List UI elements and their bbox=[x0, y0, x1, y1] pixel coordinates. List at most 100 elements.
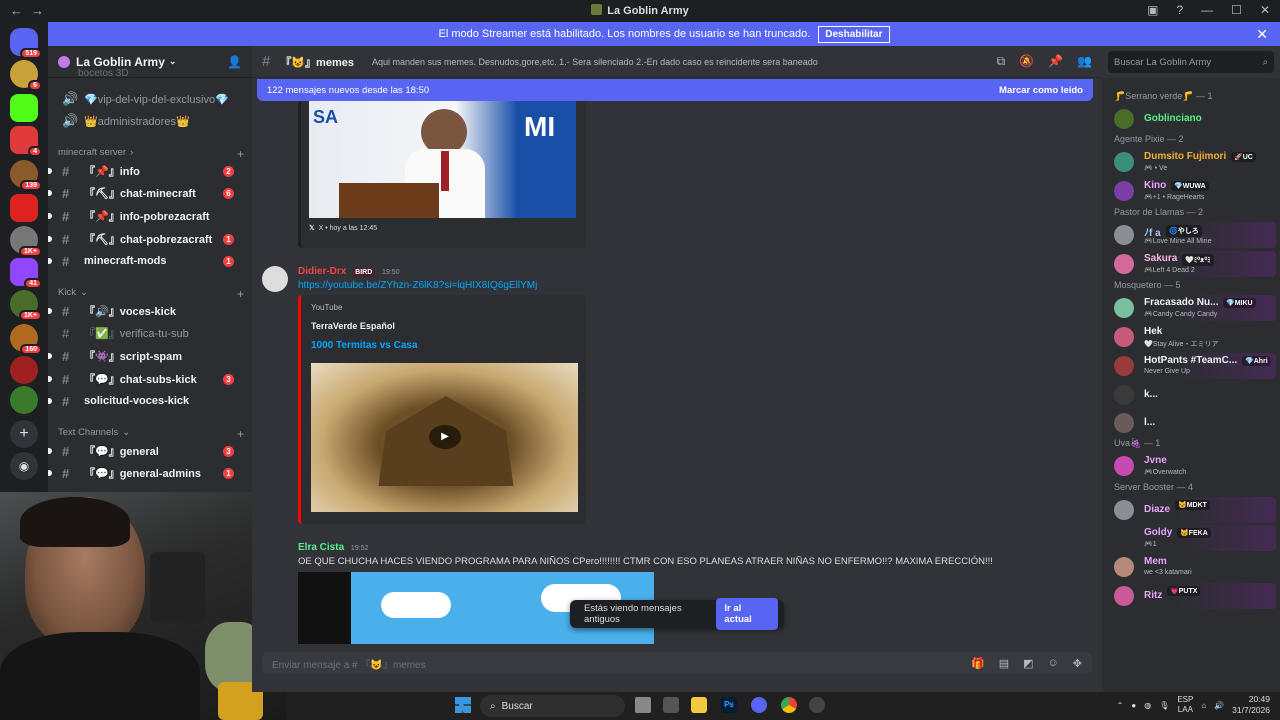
members-icon[interactable]: 👥 bbox=[1077, 54, 1092, 69]
search-placeholder[interactable]: Buscar La Goblin Army bbox=[1114, 57, 1211, 68]
category-kick[interactable]: Kick ⌄ + bbox=[58, 287, 244, 301]
twitch-server-icon[interactable]: 41 bbox=[10, 258, 42, 289]
message-link[interactable]: https://youtube.be/ZYhzn-Z6lK8?si=lqHIX8… bbox=[298, 280, 537, 291]
mute-icon[interactable]: 🔕 bbox=[1019, 54, 1034, 69]
embed-author[interactable]: TerraVerde Español bbox=[311, 321, 395, 331]
new-messages-bar[interactable]: 122 mensajes nuevos desde las 18:50 Marc… bbox=[257, 79, 1093, 101]
member-item[interactable]: Fracasado Nu... 💎MIKU 🎮Candy Candy Candy bbox=[1106, 295, 1276, 321]
channel-solicitud-voces-kick[interactable]: # solicitud-voces-kick bbox=[48, 390, 246, 412]
clock[interactable]: 20:49 31/7/2026 bbox=[1232, 694, 1270, 716]
taskbar-search[interactable]: ⌕ Buscar bbox=[480, 695, 625, 717]
member-item[interactable]: Sakura 🤍ﾐ⁰ᴥ⁰ﾐ 🎮Left 4 Dead 2 bbox=[1106, 251, 1276, 277]
network-icon[interactable]: ⌂ bbox=[1201, 701, 1206, 710]
help-icon[interactable]: ? bbox=[1176, 3, 1183, 17]
tray-app-icon[interactable]: ◍ bbox=[1144, 701, 1151, 710]
channel-script-spam[interactable]: # 『👾』script-spam bbox=[48, 345, 246, 367]
category-minecraft-server[interactable]: minecraft server › + bbox=[58, 147, 244, 161]
channel-voces-kick[interactable]: # 『🔊』voces-kick bbox=[48, 300, 246, 322]
avatar[interactable] bbox=[1114, 557, 1134, 577]
jump-to-present-button[interactable]: Ir al actual bbox=[716, 598, 778, 630]
avatar[interactable] bbox=[1114, 181, 1134, 201]
channel-vip[interactable]: 🔊 💎vip-del-vip-del-exclusivo💎 bbox=[56, 88, 246, 110]
member-name[interactable]: Goblinciano bbox=[1144, 113, 1202, 124]
tray-app-icon[interactable]: ● bbox=[1131, 701, 1136, 710]
pin-icon[interactable]: 📌 bbox=[1048, 54, 1063, 69]
member-item[interactable]: Dumsito Fujimori 🚀UC 🎮 • Ve bbox=[1106, 149, 1276, 175]
add-channel-icon[interactable]: + bbox=[237, 427, 244, 441]
member-item[interactable]: Mem we <3 katamari bbox=[1106, 554, 1276, 580]
close-icon[interactable]: ✕ bbox=[1256, 26, 1268, 43]
member-item[interactable]: Ritz 💗PUTX bbox=[1106, 583, 1276, 609]
server-icon[interactable]: 139 bbox=[10, 160, 42, 191]
invite-icon[interactable]: 👤 bbox=[227, 55, 242, 69]
video-thumbnail[interactable]: ▶ bbox=[311, 363, 578, 512]
member-name[interactable]: Sakura bbox=[1144, 253, 1177, 264]
sticker-icon[interactable]: ◩ bbox=[1023, 657, 1033, 670]
member-item[interactable]: ﾉf a 🌀やしろ 🎮Love Mine All Mine bbox=[1106, 222, 1276, 248]
start-icon[interactable] bbox=[455, 697, 471, 713]
maximize-button[interactable]: ☐ bbox=[1231, 3, 1242, 17]
message-author[interactable]: Elra Cista 19:52 bbox=[298, 542, 368, 553]
member-item[interactable]: Diaze 🐱MDKT bbox=[1106, 497, 1276, 523]
gif-icon[interactable]: ▤ bbox=[999, 657, 1009, 670]
microphone-icon[interactable]: 🎙 bbox=[1159, 701, 1169, 710]
message-input[interactable]: Enviar mensaje a # 『😺』memes 🎁 ▤ ◩ ☺ ✥ bbox=[262, 652, 1092, 674]
channel-topic[interactable]: Aqui manden sus memes. Desnudos,gore,etc… bbox=[372, 57, 818, 67]
avatar[interactable] bbox=[262, 266, 288, 292]
embed-image[interactable]: SA MI bbox=[309, 101, 576, 218]
member-item[interactable]: l... bbox=[1106, 410, 1276, 436]
avatar[interactable] bbox=[1114, 356, 1134, 376]
member-name[interactable]: HotPants #TeamC... bbox=[1144, 355, 1237, 366]
discord-home-icon[interactable]: 519 bbox=[10, 28, 42, 59]
message-author[interactable]: Didier-Drx BIRD 19:50 bbox=[298, 266, 400, 277]
server-icon[interactable]: 1K+ bbox=[10, 226, 42, 257]
server-icon[interactable]: 1K+ bbox=[10, 290, 42, 321]
server-icon[interactable]: 6 bbox=[10, 60, 42, 91]
member-item[interactable]: Goblinciano bbox=[1106, 106, 1276, 132]
author-name[interactable]: Didier-Drx bbox=[298, 266, 346, 277]
avatar[interactable] bbox=[1114, 152, 1134, 172]
add-channel-icon[interactable]: + bbox=[237, 147, 244, 161]
member-item[interactable]: Jvne 🎮Overwatch bbox=[1106, 453, 1276, 479]
channel-chat-pobrezacraft[interactable]: # 『⛏』chat-pobrezacraft 1 bbox=[48, 228, 246, 250]
close-button[interactable]: ✕ bbox=[1260, 3, 1270, 17]
chrome-icon[interactable] bbox=[781, 697, 797, 713]
channel-chat-subs-kick[interactable]: # 『💬』chat-subs-kick 3 bbox=[48, 368, 246, 390]
disable-streamer-button[interactable]: Deshabilitar bbox=[818, 25, 890, 43]
kick-server-icon[interactable] bbox=[10, 94, 38, 122]
member-name[interactable]: Goldy bbox=[1144, 527, 1172, 538]
volume-icon[interactable]: 🔊 bbox=[1214, 701, 1224, 710]
member-item[interactable]: k... bbox=[1106, 382, 1276, 408]
app-icon[interactable] bbox=[663, 697, 679, 713]
member-name[interactable]: Diaze bbox=[1144, 504, 1170, 515]
server-icon[interactable] bbox=[10, 194, 38, 222]
member-name[interactable]: Mem bbox=[1144, 556, 1167, 567]
server-icon[interactable] bbox=[10, 356, 38, 384]
taskbar-search-label[interactable]: Buscar bbox=[502, 701, 533, 712]
member-name[interactable]: k... bbox=[1144, 389, 1158, 400]
channel-info[interactable]: # 『📌』info 2 bbox=[48, 160, 246, 182]
app-icon[interactable] bbox=[809, 697, 825, 713]
author-name[interactable]: Elra Cista bbox=[298, 542, 344, 553]
member-name[interactable]: Hek bbox=[1144, 326, 1162, 337]
server-icon[interactable] bbox=[10, 386, 38, 414]
member-item[interactable]: Hek 🤍Stay Alive・エミリア bbox=[1106, 324, 1276, 350]
discord-icon[interactable] bbox=[751, 697, 767, 713]
chevron-up-icon[interactable]: ⌃ bbox=[1117, 701, 1124, 710]
channel-info-pobrezacraft[interactable]: # 『📌』info-pobrezacraft bbox=[48, 205, 246, 227]
avatar[interactable] bbox=[1114, 298, 1134, 318]
emoji-icon[interactable]: ☺ bbox=[1048, 657, 1059, 670]
channel-general[interactable]: # 『💬』general 3 bbox=[48, 440, 246, 462]
avatar[interactable] bbox=[1114, 413, 1134, 433]
task-view-icon[interactable] bbox=[635, 697, 651, 713]
file-explorer-icon[interactable] bbox=[691, 697, 707, 713]
embed-title[interactable]: 1000 Termitas vs Casa bbox=[311, 340, 418, 351]
member-name[interactable]: Ritz bbox=[1144, 590, 1162, 601]
add-server-icon[interactable]: + bbox=[10, 420, 38, 448]
play-icon[interactable]: ▶ bbox=[429, 425, 461, 449]
avatar[interactable] bbox=[1114, 385, 1134, 405]
inbox-icon[interactable]: ▣ bbox=[1147, 3, 1158, 17]
channel-general-admins[interactable]: # 『💬』general-admins 1 bbox=[48, 462, 246, 484]
avatar[interactable] bbox=[1114, 254, 1134, 274]
avatar[interactable] bbox=[1114, 586, 1134, 606]
